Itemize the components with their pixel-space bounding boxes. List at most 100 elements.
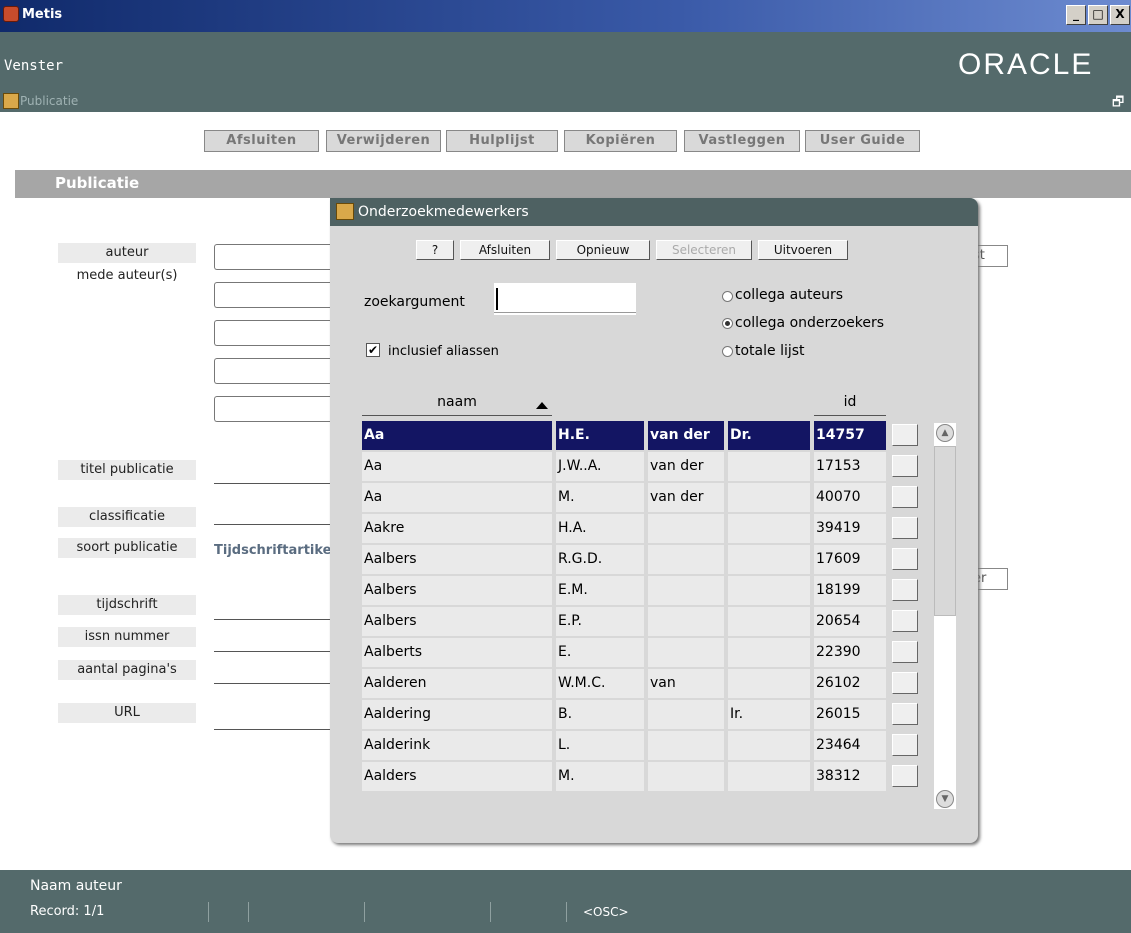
- row-select-button[interactable]: [892, 734, 918, 756]
- menu-venster[interactable]: Venster: [4, 58, 63, 74]
- radio-label-totale-lijst: totale lijst: [735, 343, 805, 359]
- scroll-up-icon[interactable]: ▲: [936, 424, 954, 442]
- label-url: URL: [58, 703, 196, 723]
- hulplijst-button[interactable]: Hulplijst: [446, 130, 558, 152]
- table-row[interactable]: Aa M. van der 40070: [362, 483, 886, 513]
- selecteren-button[interactable]: Selecteren: [656, 240, 752, 260]
- table-row[interactable]: Aa J.W..A. van der 17153: [362, 452, 886, 482]
- minimize-button[interactable]: _: [1066, 5, 1086, 25]
- issn-input[interactable]: [214, 626, 334, 652]
- cell-id: 40070: [814, 483, 886, 512]
- afsluiten-button[interactable]: Afsluiten: [204, 130, 319, 152]
- table-row[interactable]: Aalbers R.G.D. 17609: [362, 545, 886, 575]
- cell-tussenvoegsel: [648, 700, 724, 729]
- cell-naam: Aalderen: [362, 669, 552, 698]
- scroll-down-icon[interactable]: ▼: [936, 790, 954, 808]
- radio-label-collega-onderzoekers: collega onderzoekers: [735, 315, 885, 331]
- uitvoeren-button[interactable]: Uitvoeren: [758, 240, 848, 260]
- cell-voorletters: H.E.: [556, 421, 644, 450]
- table-row[interactable]: Aalberts E. 22390: [362, 638, 886, 668]
- mede-auteur-input-2[interactable]: [214, 320, 334, 346]
- status-divider: [208, 902, 209, 922]
- cell-id: 26102: [814, 669, 886, 698]
- verwijderen-button[interactable]: Verwijderen: [326, 130, 441, 152]
- row-select-button[interactable]: [892, 517, 918, 539]
- inclusief-aliassen-checkbox[interactable]: ✔: [366, 343, 380, 357]
- cell-naam: Aa: [362, 452, 552, 481]
- row-select-button[interactable]: [892, 703, 918, 725]
- row-select-button[interactable]: [892, 455, 918, 477]
- radio-collega-onderzoekers[interactable]: [722, 318, 733, 329]
- cell-titel: [728, 669, 810, 698]
- table-row[interactable]: Aalbers E.P. 20654: [362, 607, 886, 637]
- table-row[interactable]: Aakre H.A. 39419: [362, 514, 886, 544]
- help-button[interactable]: ?: [416, 240, 454, 260]
- row-select-button[interactable]: [892, 765, 918, 787]
- column-header-naam[interactable]: naam: [362, 394, 552, 416]
- cell-titel: [728, 576, 810, 605]
- row-select-button[interactable]: [892, 641, 918, 663]
- radio-totale-lijst[interactable]: [722, 346, 733, 357]
- cell-tussenvoegsel: [648, 514, 724, 543]
- table-row[interactable]: Aa H.E. van der Dr. 14757: [362, 421, 886, 451]
- classificatie-input[interactable]: [214, 503, 334, 525]
- table-row[interactable]: Aalderen W.M.C. van 26102: [362, 669, 886, 699]
- vastleggen-button[interactable]: Vastleggen: [684, 130, 800, 152]
- text-caret: [496, 288, 498, 310]
- soort-publicatie-value[interactable]: Tijdschriftartikel: [214, 543, 332, 558]
- status-divider: [248, 902, 249, 922]
- cell-naam: Aa: [362, 421, 552, 450]
- table-row[interactable]: Aalbers E.M. 18199: [362, 576, 886, 606]
- scrollbar-thumb[interactable]: [934, 446, 956, 616]
- table-row[interactable]: Aaldering B. Ir. 26015: [362, 700, 886, 730]
- kopieren-button[interactable]: Kopiëren: [564, 130, 677, 152]
- form-icon: [3, 93, 19, 109]
- maximize-button[interactable]: □: [1088, 5, 1108, 25]
- restore-icon[interactable]: 🗗: [1112, 93, 1124, 115]
- row-select-button[interactable]: [892, 579, 918, 601]
- row-select-button[interactable]: [892, 424, 918, 446]
- cell-voorletters: L.: [556, 731, 644, 760]
- close-button[interactable]: X: [1110, 5, 1130, 25]
- cell-titel: [728, 731, 810, 760]
- status-divider: [490, 902, 491, 922]
- row-select-button[interactable]: [892, 610, 918, 632]
- column-header-id[interactable]: id: [814, 394, 886, 416]
- row-select-button[interactable]: [892, 548, 918, 570]
- cell-titel: [728, 514, 810, 543]
- cell-id: 22390: [814, 638, 886, 667]
- row-select-button[interactable]: [892, 486, 918, 508]
- user-guide-button[interactable]: User Guide: [805, 130, 920, 152]
- cell-naam: Aalbers: [362, 607, 552, 636]
- section-bar: Publicatie: [15, 170, 1131, 198]
- mede-auteur-input-4[interactable]: [214, 396, 334, 422]
- table-row[interactable]: Aalders M. 38312: [362, 762, 886, 792]
- mede-auteur-input-1[interactable]: [214, 282, 334, 308]
- label-tijdschrift: tijdschrift: [58, 595, 196, 615]
- url-input[interactable]: [214, 704, 334, 730]
- cell-tussenvoegsel: [648, 607, 724, 636]
- sort-ascending-icon[interactable]: [536, 402, 548, 409]
- radio-collega-auteurs[interactable]: [722, 291, 733, 302]
- cell-voorletters: E.P.: [556, 607, 644, 636]
- status-hint: Naam auteur: [30, 878, 122, 894]
- aantal-paginas-input[interactable]: [214, 658, 334, 684]
- zoekargument-input[interactable]: [494, 283, 636, 315]
- mede-auteur-input-3[interactable]: [214, 358, 334, 384]
- auteur-input[interactable]: [214, 244, 334, 270]
- table-row[interactable]: Aalderink L. 23464: [362, 731, 886, 761]
- tijdschrift-input[interactable]: [214, 594, 334, 620]
- cell-voorletters: H.A.: [556, 514, 644, 543]
- cell-voorletters: E.M.: [556, 576, 644, 605]
- cell-id: 26015: [814, 700, 886, 729]
- menu-bar: Venster ORACLE: [0, 32, 1131, 92]
- opnieuw-button[interactable]: Opnieuw: [556, 240, 650, 260]
- cell-naam: Aalderink: [362, 731, 552, 760]
- title-bar: Metis _ □ X: [0, 0, 1131, 32]
- results-table: Aa H.E. van der Dr. 14757 Aa J.W..A. van der 171…: [330, 421, 930, 811]
- row-select-button[interactable]: [892, 672, 918, 694]
- titel-publicatie-input[interactable]: [214, 458, 334, 484]
- status-divider: [566, 902, 567, 922]
- dialog-afsluiten-button[interactable]: Afsluiten: [460, 240, 550, 260]
- cell-tussenvoegsel: van: [648, 669, 724, 698]
